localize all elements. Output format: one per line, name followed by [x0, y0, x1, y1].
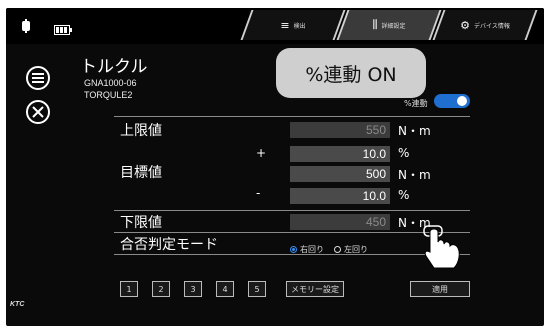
link-toggle[interactable] — [434, 94, 470, 108]
minus-tolerance-field[interactable]: 10.0 — [290, 188, 390, 204]
tab-detail-settings-label: 詳細設定 — [381, 22, 406, 30]
tools-button[interactable] — [26, 100, 50, 124]
plus-tolerance-field[interactable]: 10.0 — [290, 146, 390, 162]
page-title: トルクル — [80, 57, 148, 77]
minus-sign: - — [256, 186, 261, 200]
battery-level-icon — [22, 18, 30, 37]
divider — [114, 232, 470, 233]
link-toggle-label: %連動 — [404, 99, 428, 108]
device-screen: ≡ 検出 ⫼ 詳細設定 ⚙ デバイス情報 トルクル GNA1000-06 TOR… — [6, 8, 544, 326]
upper-limit-field[interactable]: 550 — [290, 122, 390, 138]
tab-measure-label: 検出 — [293, 22, 306, 30]
tab-detail-settings[interactable]: ⫼ 詳細設定 — [336, 10, 442, 40]
divider — [114, 254, 470, 255]
memory-button-4[interactable]: 4 — [216, 281, 234, 297]
memory-button-1[interactable]: 1 — [120, 281, 138, 297]
target-field[interactable]: 500 — [290, 166, 390, 182]
plus-tolerance-unit: % — [398, 146, 410, 160]
link-callout: %連動 ON — [276, 48, 426, 98]
menu-icon — [32, 73, 44, 83]
device-icon: ⚙ — [460, 18, 471, 32]
plus-sign: + — [256, 146, 267, 160]
target-unit: N・m — [398, 168, 431, 182]
lower-limit-label: 下限値 — [120, 215, 162, 231]
pointing-hand-icon — [423, 225, 460, 269]
device-name: TORQULE2 — [84, 90, 133, 100]
divider — [114, 210, 470, 211]
target-label: 目標値 — [120, 165, 162, 181]
tab-measure[interactable]: ≡ 検出 — [240, 10, 346, 40]
upper-limit-label: 上限値 — [120, 123, 162, 139]
menu-button[interactable] — [26, 66, 50, 90]
apply-button[interactable]: 適用 — [410, 281, 470, 297]
toggle-knob — [457, 96, 467, 106]
radio-checked-icon — [290, 246, 297, 253]
memory-button-2[interactable]: 2 — [152, 281, 170, 297]
divider — [114, 116, 470, 117]
lower-limit-field[interactable]: 450 — [290, 214, 390, 230]
upper-limit-unit: N・m — [398, 124, 431, 138]
gauge-icon: ≡ — [280, 18, 290, 32]
memory-button-3[interactable]: 3 — [184, 281, 202, 297]
memory-button-5[interactable]: 5 — [248, 281, 266, 297]
top-bar: ≡ 検出 ⫼ 詳細設定 ⚙ デバイス情報 — [6, 8, 544, 44]
sliders-icon: ⫼ — [372, 18, 378, 31]
tab-device-info-label: デバイス情報 — [474, 22, 510, 30]
tab-device-info[interactable]: ⚙ デバイス情報 — [432, 10, 538, 40]
model-number: GNA1000-06 — [84, 78, 137, 88]
judgement-mode-label: 合否判定モード — [120, 237, 218, 253]
radio-unchecked-icon — [334, 246, 341, 253]
brand-logo: KTC — [10, 301, 25, 308]
tools-icon — [32, 106, 44, 118]
minus-tolerance-unit: % — [398, 188, 410, 202]
memory-settings-button[interactable]: メモリー設定 — [286, 281, 344, 297]
battery-icon — [54, 20, 72, 39]
